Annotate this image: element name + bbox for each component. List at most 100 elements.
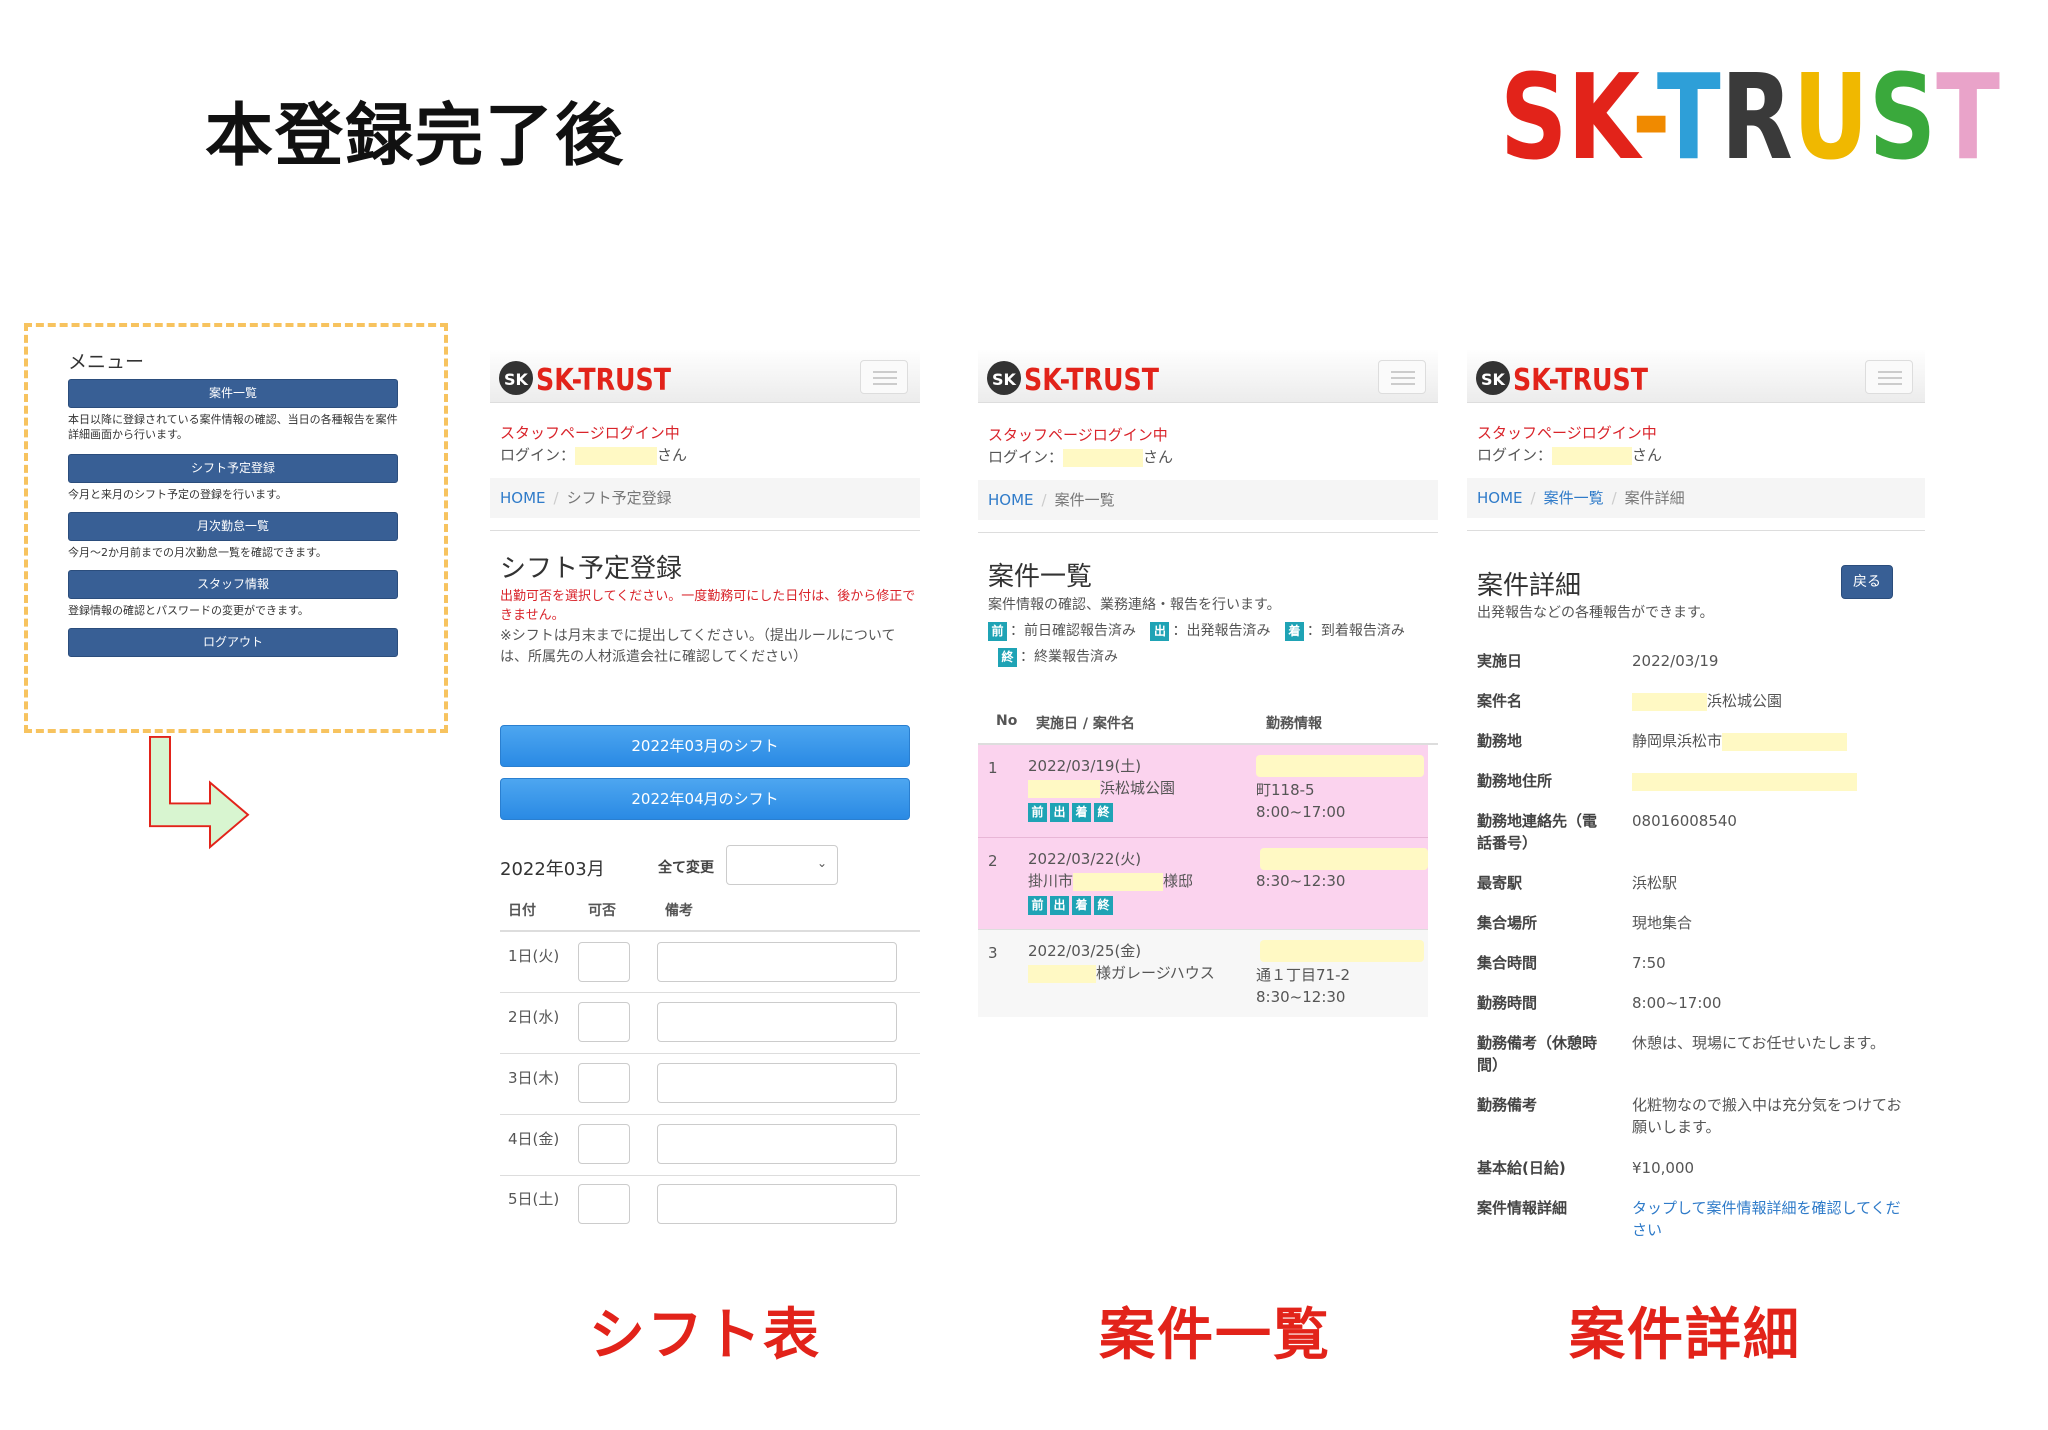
field-value: 08016008540: [1632, 812, 1737, 830]
row-date: 5日(土): [508, 1190, 560, 1208]
note-input[interactable]: [657, 1184, 897, 1224]
hamburger-menu-button[interactable]: [1865, 360, 1913, 394]
breadcrumb: HOME / 案件一覧: [978, 480, 1438, 520]
field-value: ¥10,000: [1632, 1159, 1695, 1177]
chevron-down-icon: ⌄: [816, 856, 827, 870]
breadcrumb-current: 案件詳細: [1624, 489, 1685, 507]
case-no: 3: [988, 944, 998, 962]
col-date: 日付: [508, 903, 536, 919]
field-value: 浜松城公園: [1632, 690, 1782, 712]
menu-staff-button[interactable]: スタッフ情報: [68, 570, 398, 599]
availability-select[interactable]: [578, 1124, 630, 1164]
menu-shift-button[interactable]: シフト予定登録: [68, 454, 398, 483]
field-value: 休憩は、現場にてお任せいたします。: [1632, 1034, 1886, 1052]
note-input[interactable]: [657, 1124, 897, 1164]
page-title: シフト予定登録: [500, 554, 683, 584]
legend-text: ：到着報告済み: [1306, 623, 1405, 639]
field-value: 2022/03/19: [1632, 652, 1719, 670]
availability-select[interactable]: [578, 1184, 630, 1224]
note-input[interactable]: [657, 1063, 897, 1103]
field-label: 勤務地連絡先（電話番号）: [1477, 812, 1598, 852]
case-date: 2022/03/22(火): [1028, 850, 1142, 868]
march-shift-button[interactable]: 2022年03月のシフト: [500, 725, 910, 767]
case-time: 8:00~17:00: [1256, 803, 1346, 821]
case-time: 8:30~12:30: [1256, 872, 1346, 890]
badge-legend: 前：前日確認報告済み 出：出発報告済み 着：到着報告済み 終：終業報告済み: [988, 618, 1438, 670]
col-note: 備考: [665, 903, 693, 919]
breadcrumb: HOME / シフト予定登録: [490, 478, 920, 518]
breadcrumb-home[interactable]: HOME: [988, 491, 1034, 509]
hamburger-menu-button[interactable]: [860, 360, 908, 394]
shift-warning: 出勤可否を選択してください。一度勤務可にした日付は、後から修正できません。: [500, 589, 916, 623]
field-value: 7:50: [1632, 954, 1666, 972]
login-user: ログイン： さん: [988, 448, 1174, 467]
page-heading: 本登録完了後: [205, 97, 626, 176]
case-list-screen: SK SK-TRUST スタッフページログイン中 ログイン： さん HOME / 案件…: [978, 350, 1438, 1070]
svg-text:SK-TRUST: SK-TRUST: [1500, 48, 2000, 170]
field-value: 浜松駅: [1632, 874, 1678, 892]
note-input[interactable]: [657, 1002, 897, 1042]
breadcrumb-current: シフト予定登録: [566, 489, 672, 507]
case-row[interactable]: 1 2022/03/19(土) 浜松城公園 前出着終 町118-5 8:00~1…: [978, 745, 1428, 837]
breadcrumb-home[interactable]: HOME: [500, 489, 546, 507]
svg-text:SK-TRUST: SK-TRUST: [1024, 363, 1159, 398]
login-user: ログイン： さん: [1477, 446, 1663, 465]
field-label: 集合場所: [1477, 914, 1538, 932]
breadcrumb-home[interactable]: HOME: [1477, 489, 1523, 507]
caption-detail: 案件詳細: [1569, 1303, 1801, 1368]
field-label: 実施日: [1477, 652, 1523, 670]
svg-text:SK-TRUST: SK-TRUST: [536, 363, 671, 398]
nav-logo[interactable]: SK SK-TRUST: [498, 358, 678, 398]
shift-month: 2022年03月: [500, 859, 605, 880]
menu-attendance-button[interactable]: 月次勤怠一覧: [68, 512, 398, 541]
nav-logo[interactable]: SK SK-TRUST: [986, 358, 1166, 398]
menu-attendance-desc: 今月～2か月前までの月次勤怠一覧を確認できます。: [68, 546, 327, 559]
field-label: 勤務備考（休憩時間）: [1477, 1034, 1598, 1074]
login-status: スタッフページログイン中: [500, 424, 680, 442]
case-time: 8:30~12:30: [1256, 988, 1346, 1006]
case-detail-screen: SK SK-TRUST スタッフページログイン中 ログイン： さん HOME / 案件…: [1467, 350, 1925, 1270]
field-label: 勤務地: [1477, 732, 1523, 750]
availability-select[interactable]: [578, 1063, 630, 1103]
brand-logo: SK-TRUST: [1500, 40, 2020, 170]
april-shift-button[interactable]: 2022年04月のシフト: [500, 778, 910, 820]
case-no: 1: [988, 759, 998, 777]
breadcrumb: HOME / 案件一覧 / 案件詳細: [1467, 478, 1925, 518]
breadcrumb-current: 案件一覧: [1054, 491, 1115, 509]
list-desc: 案件情報の確認、業務連絡・報告を行います。: [988, 597, 1281, 613]
login-status: スタッフページログイン中: [988, 426, 1168, 444]
change-all-select[interactable]: ⌄: [726, 845, 838, 885]
legend-text: ：出発報告済み: [1172, 623, 1271, 639]
case-name: 浜松城公園: [1028, 777, 1175, 799]
field-value: [1632, 770, 1857, 792]
field-label: 集合時間: [1477, 954, 1538, 972]
menu-logout-button[interactable]: ログアウト: [68, 628, 398, 657]
nav-logo[interactable]: SK SK-TRUST: [1475, 358, 1655, 398]
col-no: No: [996, 713, 1018, 729]
field-label: 勤務備考: [1477, 1096, 1538, 1114]
menu-cases-desc: 本日以降に登録されている案件情報の確認、当日の各種報告を案件詳細画面から行います…: [68, 413, 398, 441]
breadcrumb-list[interactable]: 案件一覧: [1544, 489, 1604, 507]
menu-panel: メニュー 案件一覧 本日以降に登録されている案件情報の確認、当日の各種報告を案件…: [24, 323, 448, 733]
row-date: 1日(火): [508, 947, 560, 965]
col-info: 勤務情報: [1266, 716, 1322, 732]
badge-depart: 出: [1150, 621, 1170, 641]
case-no: 2: [988, 852, 998, 870]
note-input[interactable]: [657, 942, 897, 982]
detail-desc: 出発報告などの各種報告ができます。: [1477, 605, 1714, 621]
svg-text:SK: SK: [1481, 370, 1506, 389]
menu-cases-button[interactable]: 案件一覧: [68, 379, 398, 408]
shift-note: ※シフトは月末までに提出してください。（提出ルールについては、所属先の人材派遣会…: [500, 628, 896, 665]
case-row[interactable]: 3 2022/03/25(金) 様ガレージハウス 通１丁目71-2 8:30~1…: [978, 929, 1428, 1017]
caption-shift: シフト表: [589, 1303, 821, 1368]
case-detail-link[interactable]: タップして案件情報詳細を確認してください: [1632, 1197, 1912, 1241]
back-button[interactable]: 戻る: [1841, 565, 1893, 599]
availability-select[interactable]: [578, 1002, 630, 1042]
field-value: 静岡県浜松市: [1632, 730, 1848, 752]
hamburger-menu-button[interactable]: [1378, 360, 1426, 394]
case-row[interactable]: 2 2022/03/22(火) 掛川市 様邸 前出着終 8:30~12:30: [978, 837, 1428, 929]
availability-select[interactable]: [578, 942, 630, 982]
arrow-icon: [149, 735, 250, 850]
menu-title: メニュー: [68, 351, 145, 373]
menu-staff-desc: 登録情報の確認とパスワードの変更ができます。: [68, 604, 309, 617]
